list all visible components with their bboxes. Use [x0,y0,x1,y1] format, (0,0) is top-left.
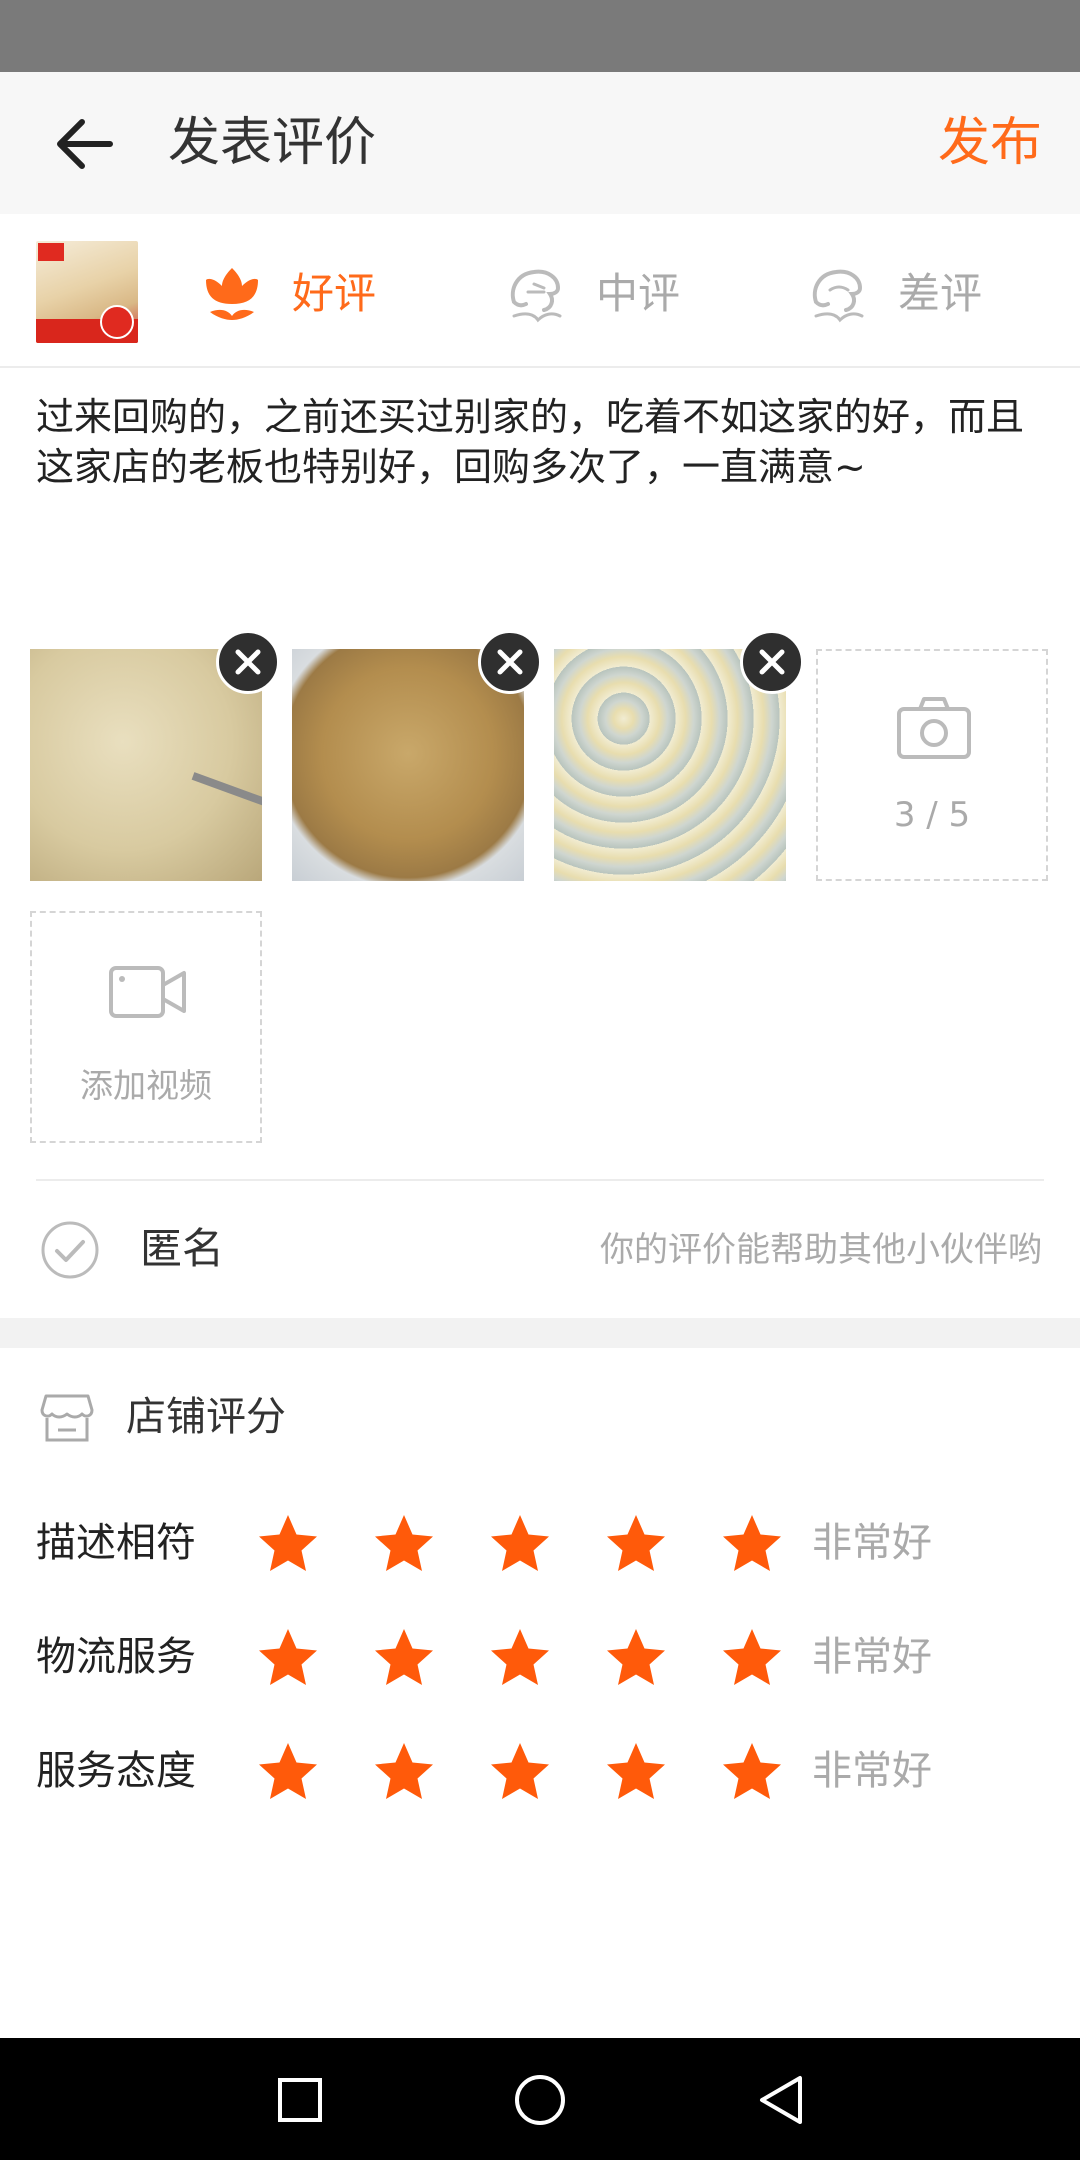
star-icon[interactable] [488,1512,552,1576]
add-photo-button[interactable]: 3 / 5 [816,649,1048,881]
system-navigation-bar [0,2038,1080,2160]
star-icon[interactable] [604,1626,668,1690]
publish-button[interactable]: 发布 [938,110,1042,176]
video-camera-icon [108,963,188,1021]
rating-label-good: 好评 [292,269,377,318]
star-icon[interactable] [720,1626,784,1690]
score-verdict: 非常好 [812,1748,932,1794]
star-icon[interactable] [372,1626,436,1690]
page-title: 发表评价 [168,113,377,173]
shop-score-row: 物流服务 非常好 [0,1618,1080,1698]
rating-selector: 好评 中评 差评 [0,214,1080,368]
star-icon[interactable] [256,1512,320,1576]
score-row-label: 服务态度 [36,1748,196,1794]
anonymous-row[interactable]: 匿名 你的评价能帮助其他小伙伴哟 [0,1182,1080,1318]
score-verdict: 非常好 [812,1520,932,1566]
remove-photo-2-button[interactable] [478,630,542,694]
star-icon[interactable] [372,1740,436,1804]
flower-icon [200,262,264,326]
home-icon[interactable] [512,2072,568,2128]
remove-photo-1-button[interactable] [216,630,280,694]
shop-score-row: 服务态度 非常好 [0,1732,1080,1812]
back-triangle-icon[interactable] [752,2072,808,2128]
remove-photo-3-button[interactable] [740,630,804,694]
star-icon[interactable] [604,1740,668,1804]
add-video-button[interactable]: 添加视频 [30,911,262,1143]
status-bar [0,0,1080,72]
star-icon[interactable] [372,1512,436,1576]
shop-icon [40,1390,94,1444]
sad-face-icon [806,262,870,326]
star-icon[interactable] [488,1626,552,1690]
star-icon[interactable] [720,1512,784,1576]
rating-label-neutral: 中评 [596,269,681,318]
camera-icon [896,695,972,761]
close-icon [759,649,785,675]
back-arrow-icon[interactable] [52,112,122,176]
close-icon [497,649,523,675]
product-thumbnail [36,241,138,343]
recent-apps-icon[interactable] [272,2072,328,2128]
star-icon[interactable] [720,1740,784,1804]
close-icon [235,649,261,675]
check-circle-icon[interactable] [40,1220,100,1280]
star-icon[interactable] [256,1626,320,1690]
rating-label-bad: 差评 [898,269,983,318]
shop-rating-header: 店铺评分 [0,1348,1080,1488]
shop-rating-title: 店铺评分 [126,1394,286,1440]
review-textarea[interactable]: 过来回购的，之前还买过别家的，吃着不如这家的好，而且这家店的老板也特别好，回购多… [36,392,1046,492]
star-icon[interactable] [488,1740,552,1804]
score-verdict: 非常好 [812,1634,932,1680]
add-video-label: 添加视频 [80,1066,212,1105]
star-icon[interactable] [604,1512,668,1576]
photo-count: 3 / 5 [893,795,971,835]
anonymous-hint: 你的评价能帮助其他小伙伴哟 [600,1230,1042,1270]
score-row-label: 描述相符 [36,1520,196,1566]
divider [36,1179,1044,1181]
anonymous-label: 匿名 [140,1224,225,1273]
section-gap [0,1318,1080,1348]
score-row-label: 物流服务 [36,1634,196,1680]
star-icon[interactable] [256,1740,320,1804]
neutral-face-icon [504,262,568,326]
shop-score-row: 描述相符 非常好 [0,1504,1080,1584]
header: 发表评价 发布 [0,72,1080,214]
